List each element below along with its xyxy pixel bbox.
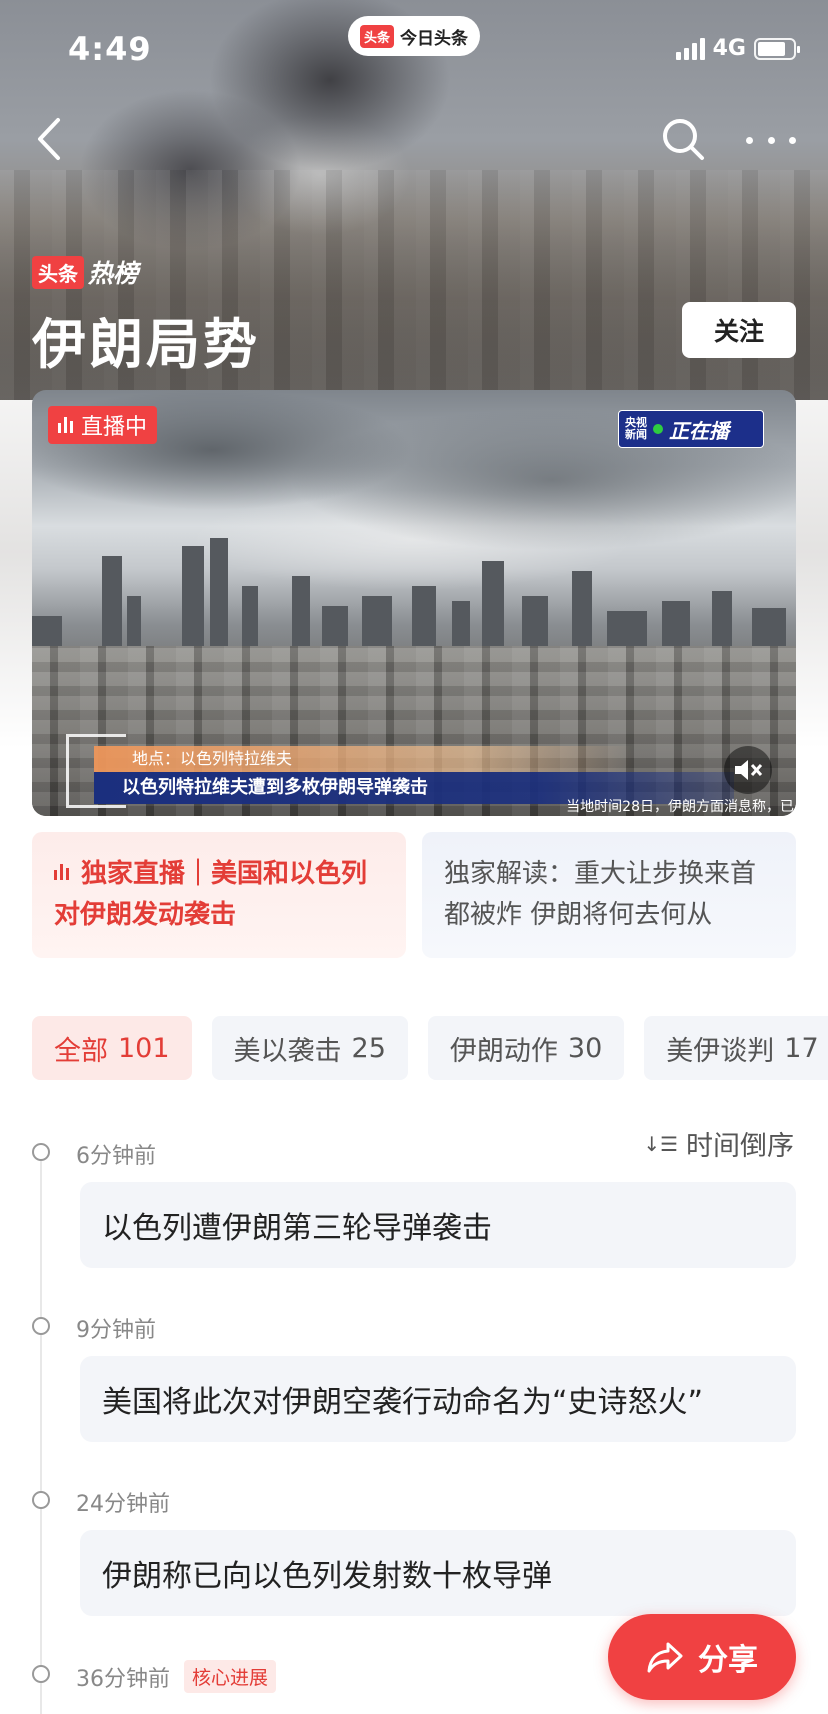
timeline-dot	[32, 1491, 50, 1509]
video-skyline	[32, 526, 796, 656]
cctv-news-logo: 央视 新闻 正在播	[618, 410, 764, 448]
tab-label: 伊朗动作	[449, 1035, 558, 1067]
timeline-dot	[32, 1317, 50, 1335]
tab-count: 25	[351, 1032, 386, 1064]
timeline-time: 9分钟前	[76, 1318, 156, 1343]
timeline-dot	[32, 1143, 50, 1161]
share-icon	[647, 1642, 683, 1673]
mute-icon[interactable]	[724, 746, 772, 794]
tab-count: 17	[784, 1032, 819, 1064]
share-label: 分享	[698, 1643, 758, 1678]
live-bars-icon	[54, 864, 69, 880]
page-title: 伊朗局势	[32, 313, 260, 376]
tab-us-iran-talks[interactable]: 美伊谈判 17	[644, 1016, 828, 1080]
timeline-item[interactable]: 以色列遭伊朗第三轮导弹袭击	[80, 1182, 796, 1268]
back-arrow-icon[interactable]	[30, 112, 74, 166]
sort-label: 时间倒序	[686, 1131, 794, 1162]
cctv-live-label: 正在播	[669, 418, 729, 443]
tab-iran-actions[interactable]: 伊朗动作 30	[427, 1016, 625, 1080]
tab-count: 101	[118, 1032, 170, 1064]
highlight-card-analysis[interactable]: 独家解读：重大让步换来首都被炸 伊朗将何去何从	[422, 832, 796, 958]
tab-us-israel-strikes[interactable]: 美以袭击 25	[211, 1016, 408, 1080]
live-badge: 直播中	[48, 406, 158, 444]
battery-icon	[754, 37, 800, 60]
tab-label: 美以袭击	[233, 1035, 342, 1067]
timeline-item[interactable]: 美国将此次对伊朗空袭行动命名为“史诗怒火”	[80, 1356, 796, 1442]
tab-all[interactable]: 全部 101	[32, 1016, 192, 1080]
hot-list-brand: 头条 热榜	[32, 254, 138, 290]
more-dots-icon[interactable]	[746, 120, 796, 160]
highlight-card-live[interactable]: 独家直播｜美国和以色列对伊朗发动袭击	[32, 832, 406, 958]
cctv-label-2: 新闻	[625, 428, 647, 441]
sort-toggle[interactable]: ↓☰ 时间倒序	[643, 1124, 794, 1163]
search-icon[interactable]	[660, 116, 706, 162]
tab-label: 全部	[54, 1035, 108, 1067]
timeline-text: 以色列遭伊朗第三轮导弹袭击	[102, 1211, 492, 1246]
follow-button[interactable]: 关注	[682, 302, 796, 358]
timeline-line	[40, 1160, 42, 1714]
app-name: 今日头条	[400, 28, 468, 49]
status-time: 4:49	[68, 30, 152, 68]
timeline-time: 36分钟前 核心进展	[76, 1660, 277, 1693]
timeline-item[interactable]: 伊朗称已向以色列发射数十枚导弹	[80, 1530, 796, 1616]
app-indicator-pill[interactable]: 头条 今日头条	[348, 16, 480, 56]
brand-logo: 头条	[32, 255, 84, 289]
live-bars-icon	[58, 417, 73, 433]
live-video-player[interactable]: 直播中 央视 新闻 正在播 地点：以色列特拉维夫 以色列特拉维夫遭到多枚伊朗导弹…	[32, 390, 796, 816]
highlight-text: 独家直播｜美国和以色列对伊朗发动袭击	[54, 859, 368, 930]
share-button[interactable]: 分享	[608, 1614, 796, 1700]
timeline-dot	[32, 1665, 50, 1683]
timeline-time: 6分钟前	[76, 1144, 156, 1169]
live-label: 直播中	[81, 415, 148, 440]
app-logo: 头条	[359, 24, 394, 48]
timeline-text: 伊朗称已向以色列发射数十枚导弹	[102, 1559, 552, 1594]
signal-icon	[675, 37, 705, 60]
highlight-text: 独家解读：重大让步换来首都被炸 伊朗将何去何从	[444, 859, 757, 930]
timeline-text: 美国将此次对伊朗空袭行动命名为“史诗怒火”	[102, 1385, 704, 1420]
status-right: 4G	[675, 36, 800, 61]
status-bar: 4:49 头条 今日头条 4G	[0, 0, 828, 96]
live-dot-icon	[653, 424, 663, 434]
core-progress-tag: 核心进展	[184, 1660, 277, 1693]
brand-text: 热榜	[88, 259, 139, 288]
tab-count: 30	[567, 1032, 603, 1064]
caption-ticker: 当地时间28日，伊朗方面消息称，已	[566, 799, 794, 815]
caption-location: 地点：以色列特拉维夫	[94, 746, 634, 772]
sort-desc-icon: ↓☰	[643, 1131, 678, 1156]
tab-label: 美伊谈判	[666, 1035, 775, 1067]
category-tabs: 全部 101 美以袭击 25 伊朗动作 30 美伊谈判 17	[32, 1016, 828, 1080]
timeline-time: 24分钟前	[76, 1492, 170, 1517]
network-type: 4G	[712, 36, 746, 61]
